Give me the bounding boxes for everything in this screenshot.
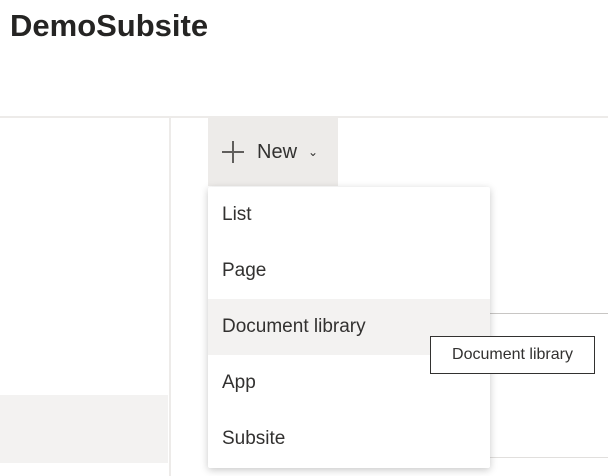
content-divider — [490, 313, 608, 314]
new-dropdown-menu: List Page Document library App Subsite — [208, 187, 490, 468]
tooltip: Document library — [430, 336, 595, 374]
menu-item-page[interactable]: Page — [208, 243, 490, 299]
nav-divider — [169, 118, 171, 476]
content-divider-bottom — [490, 457, 608, 458]
new-button-label: New — [257, 140, 298, 163]
new-button[interactable]: New ⌄ — [208, 118, 338, 186]
plus-icon — [222, 141, 244, 163]
nav-selected-item[interactable] — [0, 395, 168, 463]
menu-item-subsite[interactable]: Subsite — [208, 411, 490, 467]
menu-item-list[interactable]: List — [208, 187, 490, 243]
site-title: DemoSubsite — [10, 8, 209, 43]
chevron-down-icon: ⌄ — [308, 145, 319, 159]
